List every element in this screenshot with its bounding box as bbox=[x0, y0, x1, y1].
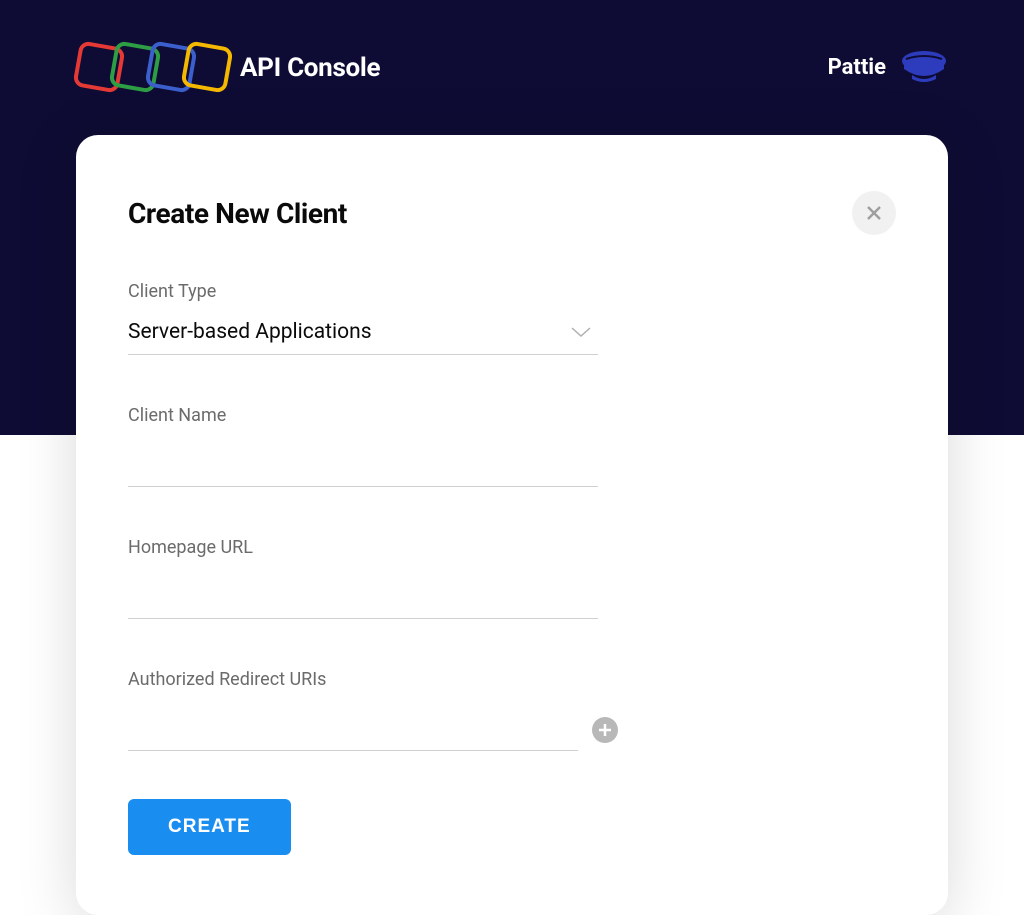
homepage-url-group: Homepage URL bbox=[128, 537, 598, 619]
client-type-select[interactable]: Server-based Applications bbox=[128, 320, 598, 355]
create-client-card: Create New Client Client Type Server-bas… bbox=[76, 135, 948, 915]
client-type-group: Client Type Server-based Applications bbox=[128, 281, 598, 355]
client-name-group: Client Name bbox=[128, 405, 598, 487]
app-title: API Console bbox=[240, 53, 380, 83]
client-name-input[interactable] bbox=[128, 444, 598, 487]
chevron-down-icon bbox=[570, 326, 592, 338]
logo-icon bbox=[76, 40, 226, 95]
logo-section: API Console bbox=[76, 40, 380, 95]
client-type-value: Server-based Applications bbox=[128, 320, 372, 344]
avatar-icon bbox=[900, 51, 948, 85]
add-uri-button[interactable] bbox=[592, 717, 618, 743]
redirect-uri-row bbox=[128, 708, 618, 751]
plus-icon bbox=[598, 723, 612, 737]
redirect-uri-input[interactable] bbox=[128, 708, 578, 751]
card-title: Create New Client bbox=[128, 197, 347, 230]
homepage-url-label: Homepage URL bbox=[128, 537, 598, 558]
redirect-uris-label: Authorized Redirect URIs bbox=[128, 669, 618, 690]
redirect-uris-group: Authorized Redirect URIs bbox=[128, 669, 618, 751]
client-name-label: Client Name bbox=[128, 405, 598, 426]
app-header: API Console Pattie bbox=[0, 0, 1024, 135]
close-icon bbox=[865, 204, 883, 222]
client-type-label: Client Type bbox=[128, 281, 598, 302]
create-button[interactable]: CREATE bbox=[128, 799, 291, 855]
card-header: Create New Client bbox=[128, 191, 896, 235]
user-name: Pattie bbox=[828, 55, 886, 80]
close-button[interactable] bbox=[852, 191, 896, 235]
homepage-url-input[interactable] bbox=[128, 576, 598, 619]
user-section[interactable]: Pattie bbox=[828, 51, 948, 85]
